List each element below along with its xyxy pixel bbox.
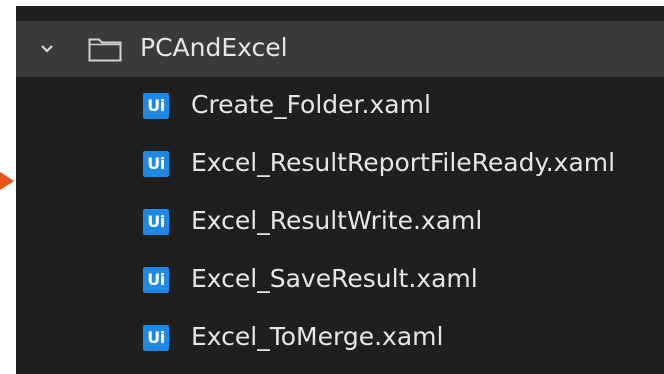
uipath-workflow-icon: Ui [143,151,169,177]
uipath-workflow-icon: Ui [143,209,169,235]
folder-label: PCAndExcel [140,33,288,62]
file-label: Excel_ResultWrite.xaml [191,206,483,235]
tree-file-item[interactable]: Ui Excel_ResultReportFileReady.xaml [16,135,664,193]
file-list: Ui Create_Folder.xaml Ui Excel_ResultRep… [16,77,664,367]
screenshot-stage: PCAndExcel Ui Create_Folder.xaml Ui Exce… [0,0,664,374]
project-explorer-panel: PCAndExcel Ui Create_Folder.xaml Ui Exce… [16,6,664,374]
tree-file-item[interactable]: Ui Excel_ToMerge.xaml [16,309,664,367]
uipath-workflow-icon: Ui [143,325,169,351]
folder-icon [88,38,122,62]
uipath-workflow-icon: Ui [143,93,169,119]
uipath-workflow-icon: Ui [143,267,169,293]
tree-file-item[interactable]: Ui Create_Folder.xaml [16,77,664,135]
tree-folder-pcandexcel[interactable]: PCAndExcel [16,21,664,77]
tree-file-item[interactable]: Ui Excel_ResultWrite.xaml [16,193,664,251]
annotation-arrow-icon [0,172,14,190]
chevron-down-icon[interactable] [38,40,56,58]
file-label: Excel_ToMerge.xaml [191,322,444,351]
tree-file-item[interactable]: Ui Excel_SaveResult.xaml [16,251,664,309]
file-label: Create_Folder.xaml [191,90,431,119]
file-label: Excel_ResultReportFileReady.xaml [191,148,616,177]
file-label: Excel_SaveResult.xaml [191,264,478,293]
